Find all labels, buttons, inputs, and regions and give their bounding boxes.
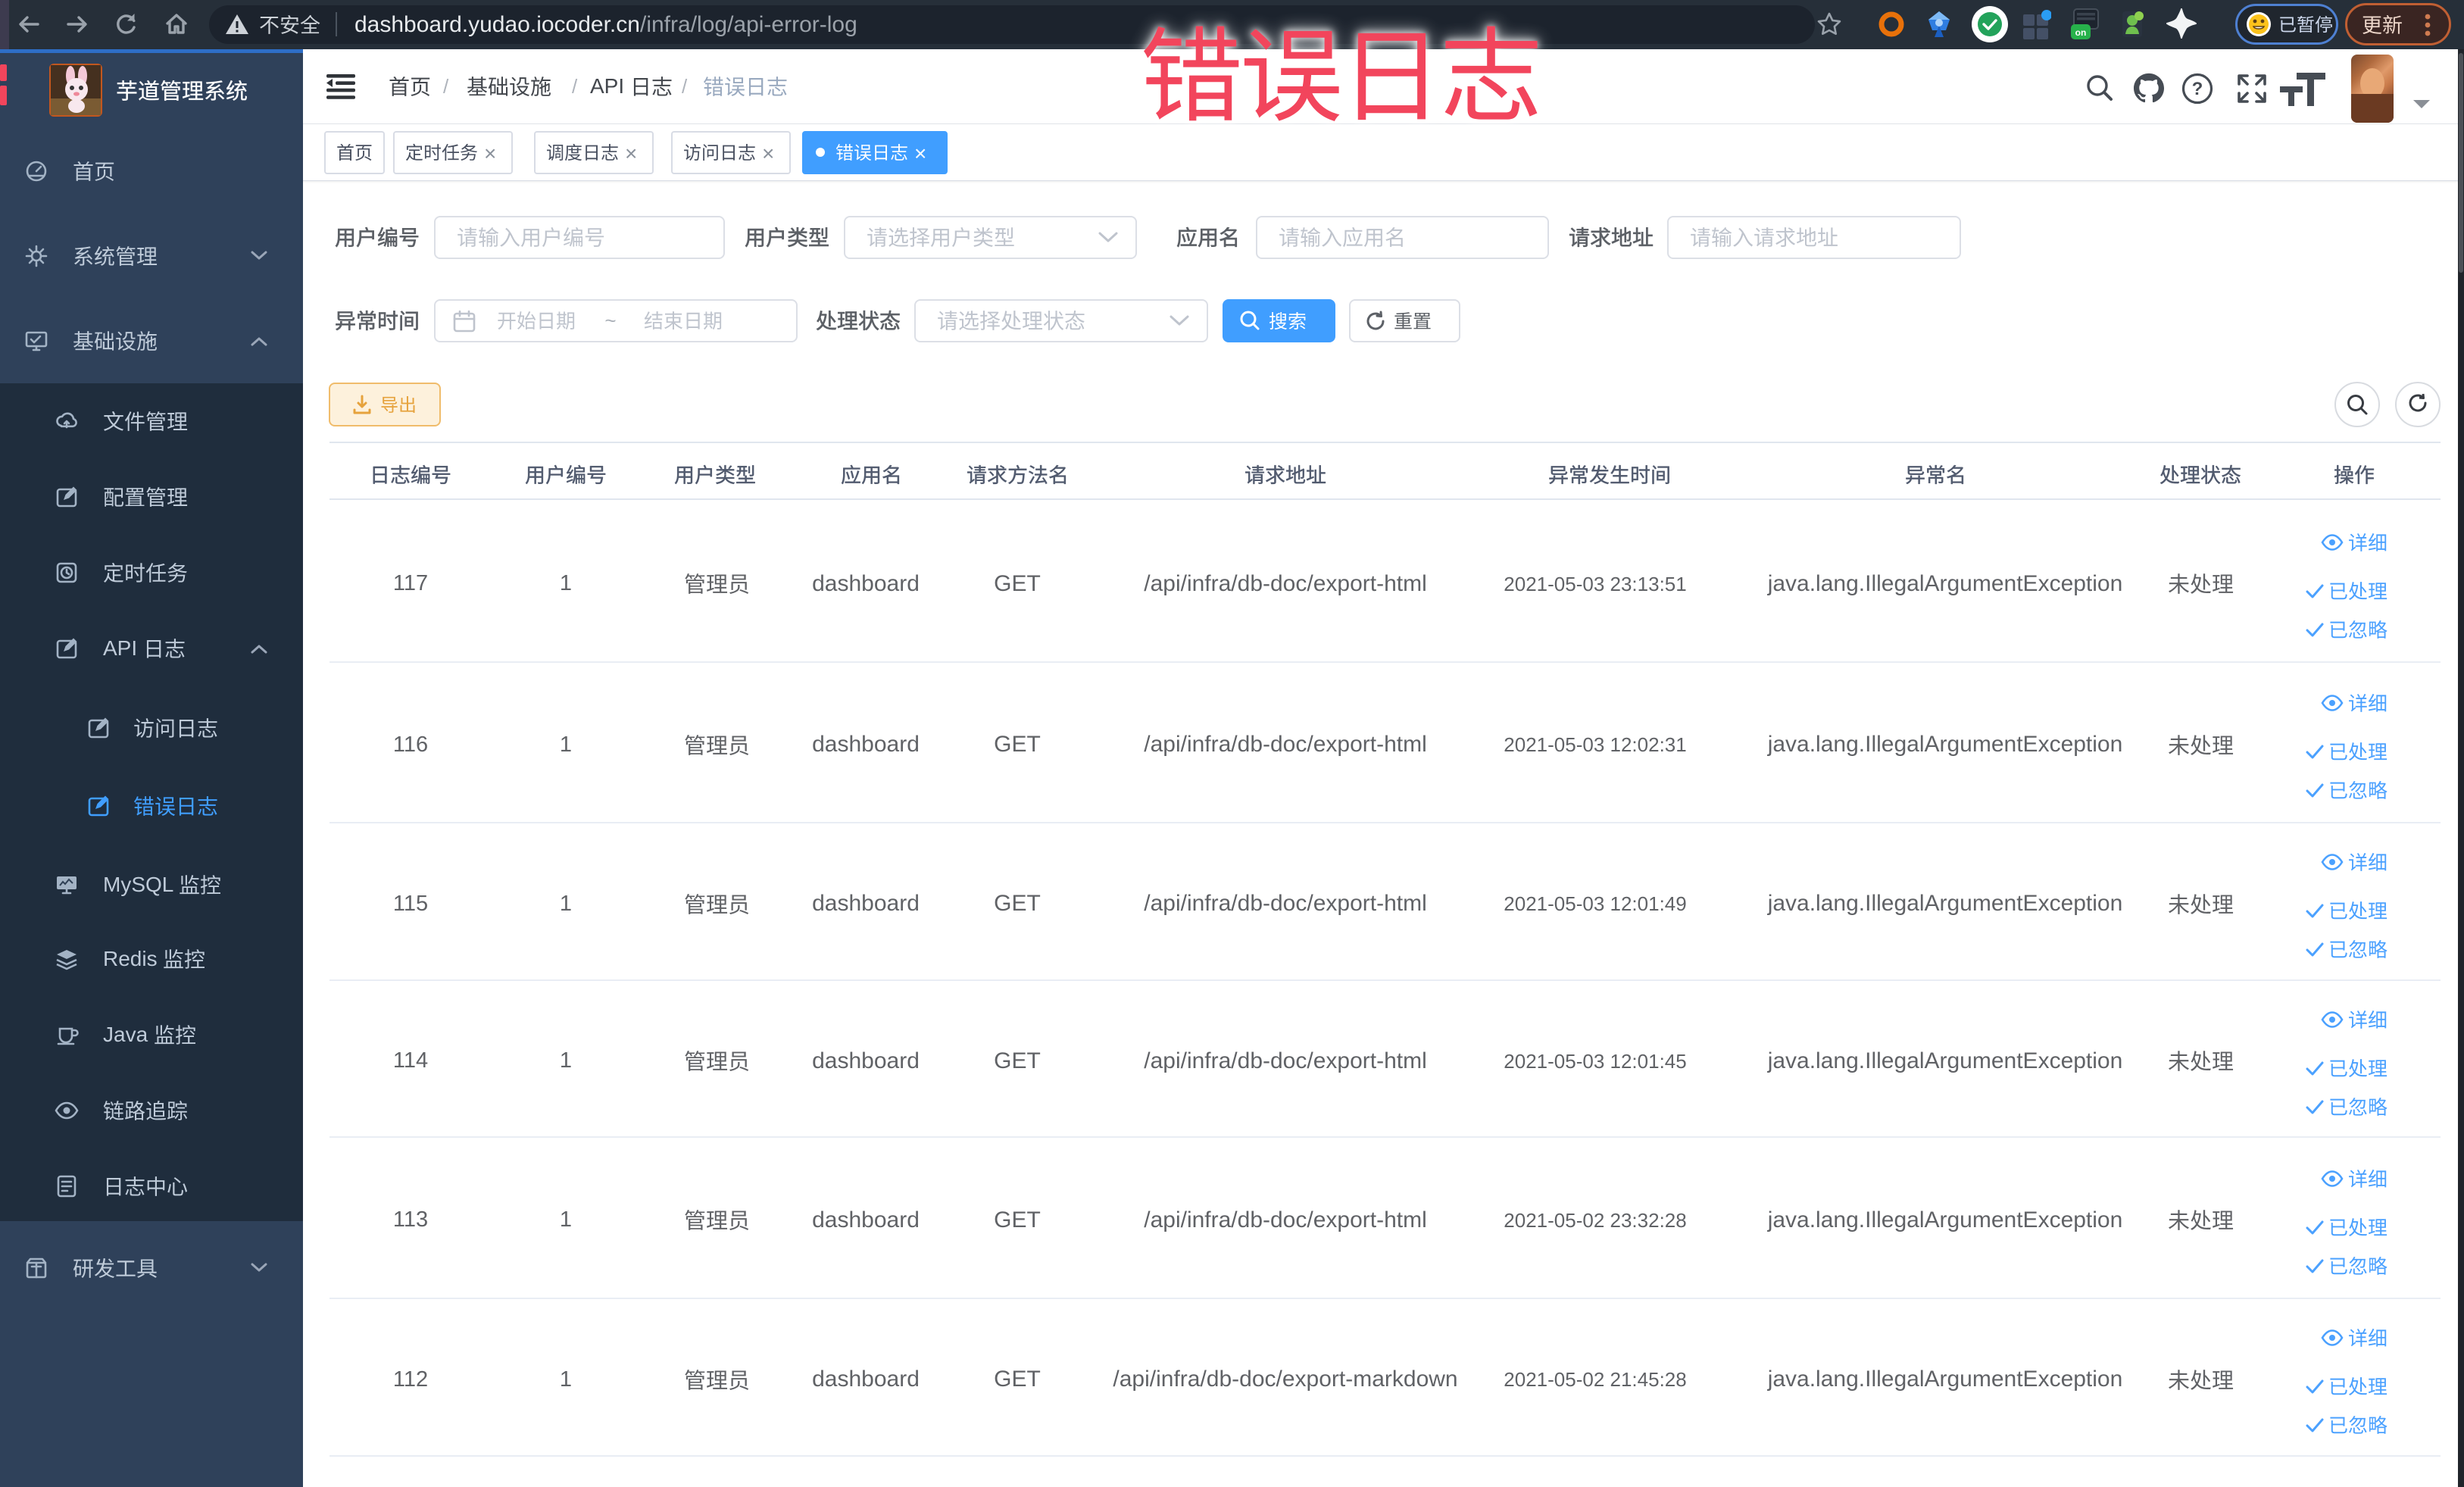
svg-text:on: on <box>2075 27 2087 38</box>
svg-text:?: ? <box>2192 79 2203 99</box>
